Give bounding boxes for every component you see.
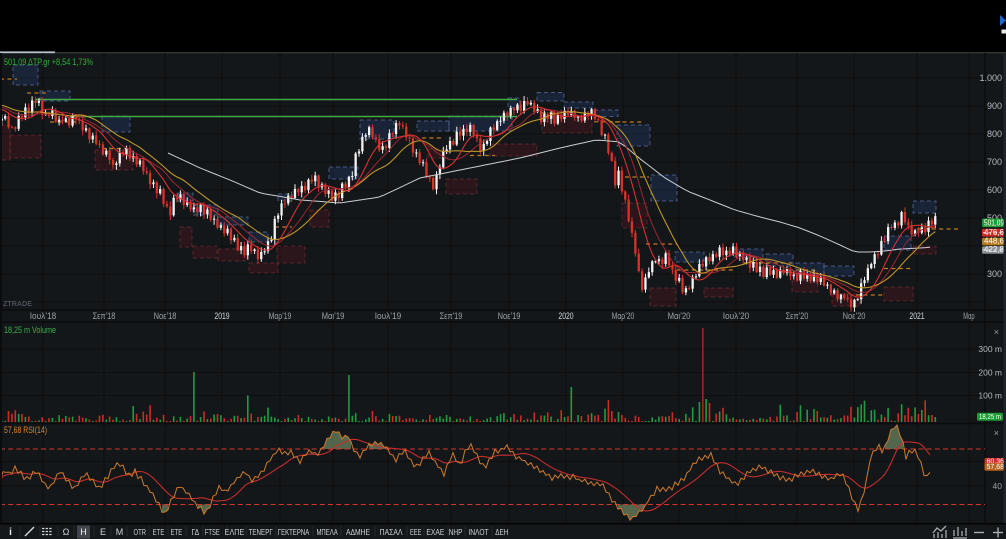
svg-text:ΔΕΗ: ΔΕΗ	[495, 527, 508, 537]
svg-text:Μαρ’19: Μαρ’19	[269, 311, 292, 322]
svg-text:422,8: 422,8	[984, 244, 1004, 254]
svg-text:100 m: 100 m	[978, 391, 1002, 401]
svg-text:900: 900	[987, 101, 1002, 111]
svg-text:Η: Η	[80, 527, 87, 537]
svg-text:Ιουλ’20: Ιουλ’20	[723, 311, 750, 322]
svg-text:501,09 ΔTP.gr +8,54 1,73%: 501,09 ΔTP.gr +8,54 1,73%	[4, 57, 93, 68]
svg-text:300: 300	[987, 269, 1002, 279]
svg-text:ΓΕΚΤΕΡΝΑ: ΓΕΚΤΕΡΝΑ	[278, 527, 310, 537]
svg-text:Ιουλ’18: Ιουλ’18	[30, 311, 57, 322]
svg-text:ΓΔ: ΓΔ	[192, 527, 200, 537]
svg-text:600: 600	[987, 185, 1002, 195]
svg-text:700: 700	[987, 157, 1002, 167]
svg-text:ΑΔΜΗΕ: ΑΔΜΗΕ	[346, 527, 370, 537]
svg-text:57,68 RSI(14): 57,68 RSI(14)	[4, 425, 47, 435]
svg-text:Νοε’20: Νοε’20	[843, 311, 866, 322]
svg-text:501,09: 501,09	[984, 217, 1004, 227]
svg-text:Νοε’18: Νοε’18	[154, 311, 177, 322]
svg-text:Μαι’19: Μαι’19	[322, 311, 345, 322]
svg-text:ΜΠΕΛΑ: ΜΠΕΛΑ	[316, 527, 338, 537]
svg-text:Μαι’20: Μαι’20	[668, 311, 691, 322]
svg-text:ΤΕΝΕΡΓ: ΤΕΝΕΡΓ	[249, 527, 274, 537]
svg-text:Μαρ: Μαρ	[963, 311, 975, 322]
svg-text:FTSE: FTSE	[205, 527, 220, 537]
svg-text:40: 40	[993, 481, 1003, 491]
svg-text:Ιουλ’19: Ιουλ’19	[375, 311, 402, 322]
svg-text:300 m: 300 m	[978, 344, 1002, 354]
svg-text:ZTRADE: ZTRADE	[3, 299, 32, 308]
svg-text:1.000: 1.000	[979, 73, 1002, 83]
svg-text:Ω: Ω	[63, 527, 70, 537]
svg-text:ΟΤR: ΟΤR	[134, 527, 147, 537]
svg-text:2021: 2021	[909, 311, 924, 322]
svg-text:Ε: Ε	[100, 527, 106, 537]
svg-text:2019: 2019	[214, 311, 229, 322]
svg-text:ΕΛΠΕ: ΕΛΠΕ	[225, 527, 245, 537]
svg-text:57,68: 57,68	[987, 462, 1005, 471]
svg-text:18,25 m: 18,25 m	[979, 412, 1001, 421]
svg-text:×: ×	[994, 327, 999, 337]
svg-text:i: i	[9, 527, 12, 538]
svg-text:ΙΝΛΟΤ: ΙΝΛΟΤ	[468, 527, 488, 537]
svg-text:200 m: 200 m	[978, 368, 1002, 378]
svg-text:Μαρ’20: Μαρ’20	[612, 311, 635, 322]
svg-text:2020: 2020	[558, 311, 573, 322]
svg-text:Σεπ’18: Σεπ’18	[93, 311, 116, 322]
svg-text:Μ: Μ	[116, 527, 124, 537]
svg-text:ΝΗΡ: ΝΗΡ	[449, 527, 463, 537]
svg-text:Σεπ’19: Σεπ’19	[440, 311, 463, 322]
svg-text:Σεπ’20: Σεπ’20	[786, 311, 809, 322]
svg-text:ΠΑΣΑΛ: ΠΑΣΑΛ	[380, 527, 403, 537]
svg-text:ΕΤΕ: ΕΤΕ	[171, 527, 183, 537]
svg-text:×: ×	[994, 428, 999, 438]
svg-text:ΕΧΑΕ: ΕΧΑΕ	[426, 527, 444, 537]
svg-text:18,25 m Volume: 18,25 m Volume	[4, 325, 56, 335]
svg-text:ΕΤΕ: ΕΤΕ	[153, 527, 165, 537]
svg-text:800: 800	[987, 129, 1002, 139]
svg-text:ΕΕΕ: ΕΕΕ	[410, 527, 422, 537]
svg-text:Νοε’19: Νοε’19	[498, 311, 521, 322]
